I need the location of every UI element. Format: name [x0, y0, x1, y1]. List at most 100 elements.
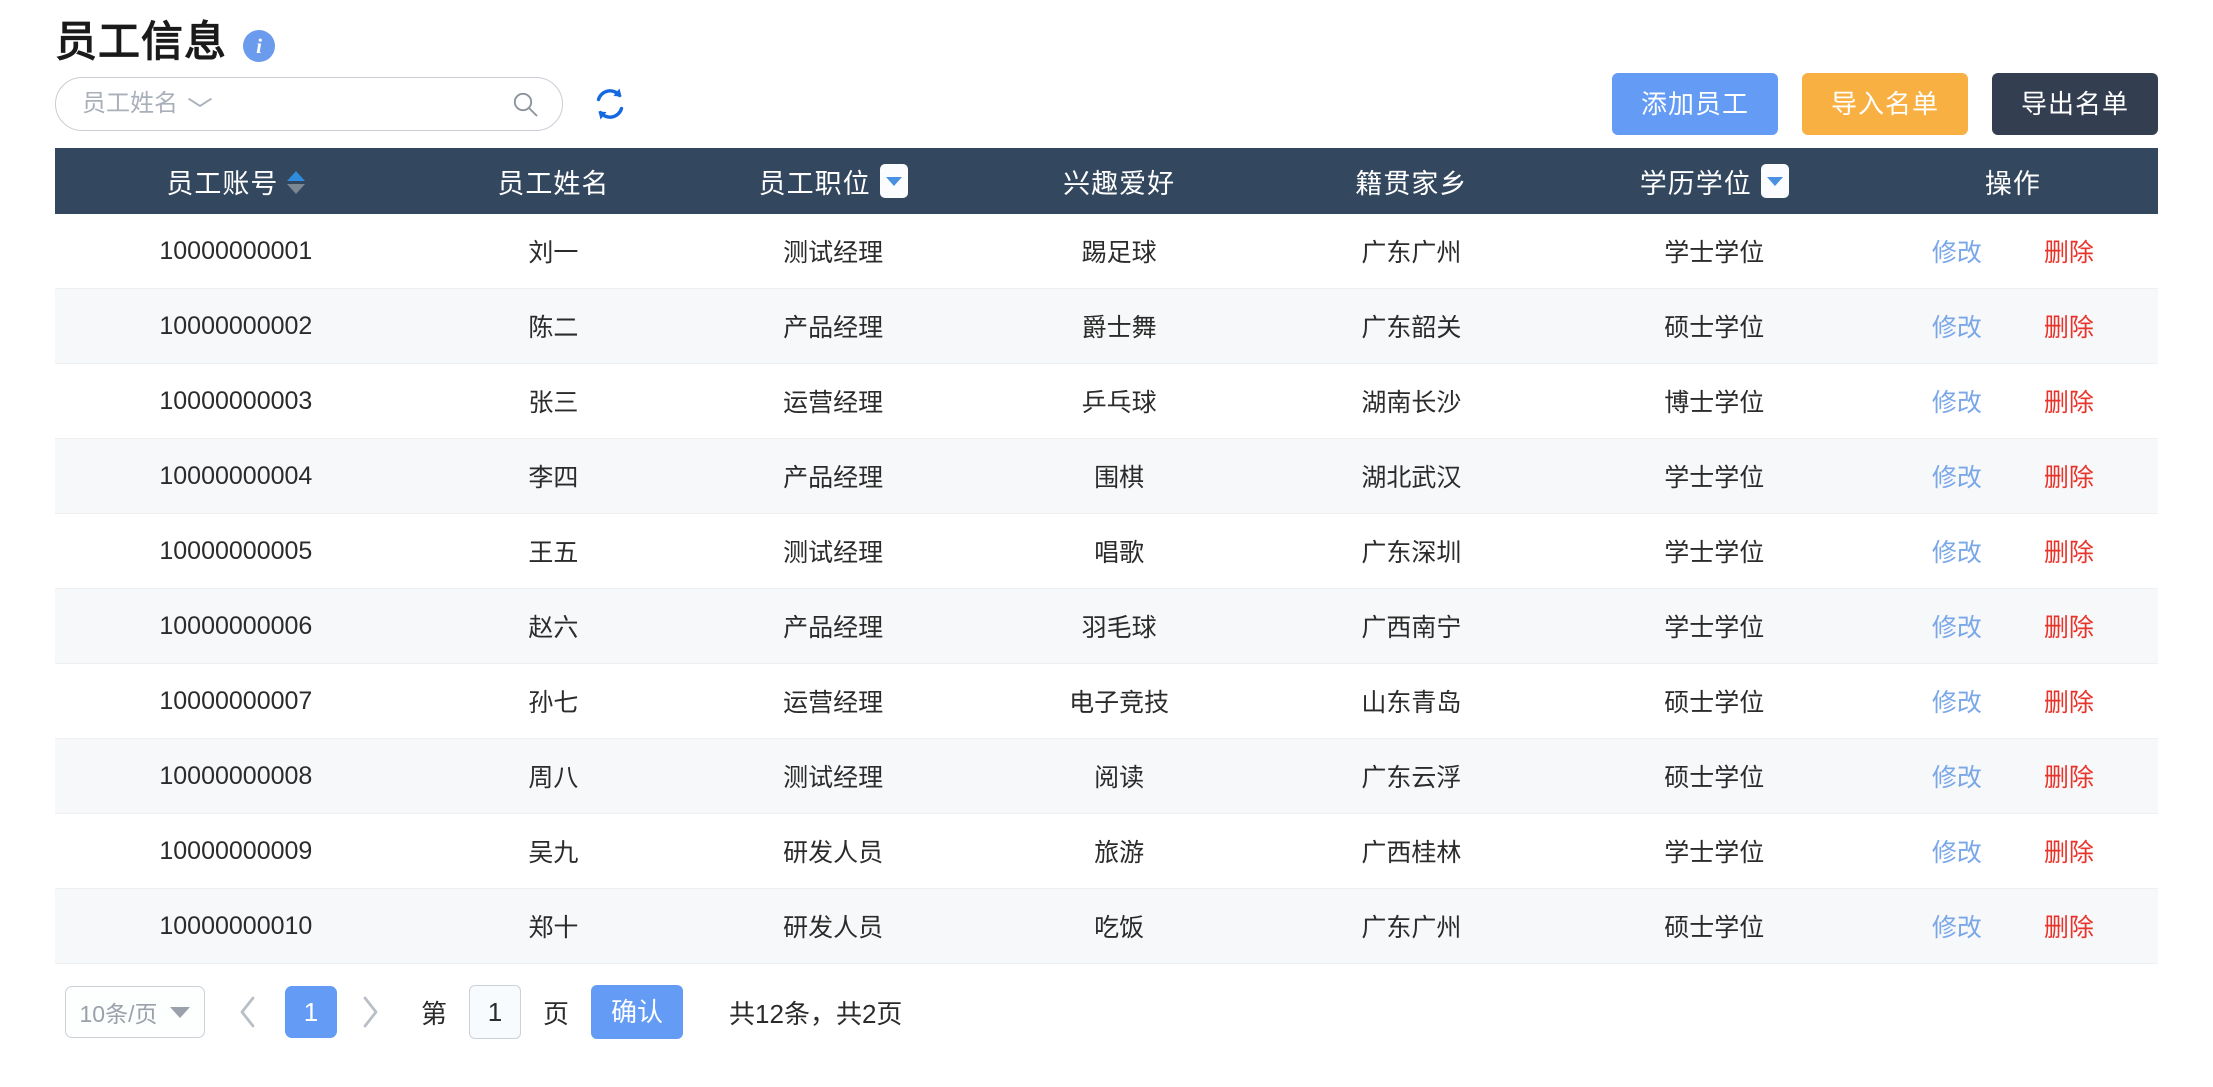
delete-link[interactable]: 删除 [2044, 458, 2094, 494]
column-header-hometown[interactable]: 籍贯家乡 [1262, 148, 1561, 214]
cell-degree: 学士学位 [1560, 813, 1868, 889]
cell-operations: 修改 删除 [1867, 214, 2158, 289]
filter-dropdown-icon-degree[interactable] [1760, 164, 1789, 198]
edit-link[interactable]: 修改 [1932, 383, 1982, 419]
table-row: 10000000002 陈二 产品经理 爵士舞 广东韶关 硕士学位 修改 删除 [55, 288, 2158, 364]
cell-hometown: 广东深圳 [1262, 513, 1561, 589]
column-label-hometown: 籍贯家乡 [1355, 168, 1468, 199]
cell-position: 产品经理 [690, 288, 977, 364]
cell-operations: 修改 删除 [1867, 813, 2158, 889]
page-number-1[interactable]: 1 [285, 986, 337, 1038]
cell-name: 李四 [416, 438, 691, 514]
edit-link[interactable]: 修改 [1932, 833, 1982, 869]
cell-account: 10000000001 [55, 214, 417, 289]
cell-hobby: 唱歌 [976, 513, 1263, 589]
cell-account: 10000000009 [55, 813, 417, 889]
cell-hometown: 广西桂林 [1262, 813, 1561, 889]
info-circle-icon[interactable]: i [243, 30, 276, 62]
add-employee-button[interactable]: 添加员工 [1612, 73, 1778, 135]
table-row: 10000000010 郑十 研发人员 吃饭 广东广州 硕士学位 修改 删除 [55, 888, 2158, 964]
cell-hometown: 山东青岛 [1262, 663, 1561, 739]
edit-link[interactable]: 修改 [1932, 683, 1982, 719]
cell-hobby: 旅游 [976, 813, 1263, 889]
table-header-row: 员工账号 员工姓名 员工职位 兴趣爱好 籍贯家乡 学历学位 操作 [55, 148, 2158, 214]
cell-account: 10000000005 [55, 513, 417, 589]
cell-name: 郑十 [416, 888, 691, 964]
search-input[interactable]: 员工姓名 [55, 77, 563, 131]
cell-hometown: 广东云浮 [1262, 738, 1561, 814]
table-row: 10000000003 张三 运营经理 乒乓球 湖南长沙 博士学位 修改 删除 [55, 363, 2158, 439]
cell-hometown: 湖北武汉 [1262, 438, 1561, 514]
cell-name: 刘一 [416, 214, 691, 289]
column-header-name[interactable]: 员工姓名 [416, 148, 691, 214]
cell-operations: 修改 删除 [1867, 888, 2158, 964]
column-header-hobby[interactable]: 兴趣爱好 [976, 148, 1263, 214]
delete-link[interactable]: 删除 [2044, 383, 2094, 419]
delete-link[interactable]: 删除 [2044, 533, 2094, 569]
column-label-position: 员工职位 [758, 168, 871, 199]
search-icon[interactable] [510, 89, 540, 119]
edit-link[interactable]: 修改 [1932, 533, 1982, 569]
filter-dropdown-icon-position[interactable] [879, 164, 908, 198]
edit-link[interactable]: 修改 [1932, 233, 1982, 269]
delete-link[interactable]: 删除 [2044, 233, 2094, 269]
delete-link[interactable]: 删除 [2044, 758, 2094, 794]
edit-link[interactable]: 修改 [1932, 908, 1982, 944]
cell-account: 10000000008 [55, 738, 417, 814]
delete-link[interactable]: 删除 [2044, 683, 2094, 719]
refresh-icon[interactable] [589, 83, 631, 125]
cell-hobby: 吃饭 [976, 888, 1263, 964]
cell-degree: 硕士学位 [1560, 738, 1868, 814]
cell-operations: 修改 删除 [1867, 288, 2158, 364]
column-header-position[interactable]: 员工职位 [690, 148, 977, 214]
page-title: 员工信息 [55, 18, 228, 65]
column-header-degree[interactable]: 学历学位 [1560, 148, 1868, 214]
column-header-account[interactable]: 员工账号 [55, 148, 417, 214]
import-list-button[interactable]: 导入名单 [1802, 73, 1968, 135]
export-list-button[interactable]: 导出名单 [1992, 73, 2158, 135]
cell-degree: 学士学位 [1560, 438, 1868, 514]
prev-page-button[interactable] [223, 986, 273, 1038]
edit-link[interactable]: 修改 [1932, 608, 1982, 644]
page-jump-input[interactable]: 1 [469, 985, 522, 1039]
delete-link[interactable]: 删除 [2044, 608, 2094, 644]
edit-link[interactable]: 修改 [1932, 458, 1982, 494]
cell-degree: 学士学位 [1560, 588, 1868, 664]
table-row: 10000000007 孙七 运营经理 电子竞技 山东青岛 硕士学位 修改 删除 [55, 663, 2158, 739]
sort-icon[interactable] [287, 170, 306, 194]
cell-hobby: 乒乓球 [976, 363, 1263, 439]
cell-hometown: 广东广州 [1262, 214, 1561, 289]
cell-position: 研发人员 [690, 813, 977, 889]
chevron-down-icon[interactable] [187, 95, 214, 112]
column-label-operations: 操作 [1984, 168, 2041, 199]
edit-link[interactable]: 修改 [1932, 308, 1982, 344]
page-size-select[interactable]: 10条/页 [65, 986, 205, 1038]
search-placeholder: 员工姓名 [82, 90, 178, 117]
cell-position: 产品经理 [690, 588, 977, 664]
cell-hobby: 羽毛球 [976, 588, 1263, 664]
column-label-degree: 学历学位 [1639, 168, 1752, 199]
delete-link[interactable]: 删除 [2044, 908, 2094, 944]
next-page-button[interactable] [345, 986, 395, 1038]
page-header: 员工信息 i [55, 0, 2158, 65]
edit-link[interactable]: 修改 [1932, 758, 1982, 794]
cell-hometown: 广东韶关 [1262, 288, 1561, 364]
delete-link[interactable]: 删除 [2044, 833, 2094, 869]
cell-degree: 硕士学位 [1560, 663, 1868, 739]
cell-name: 陈二 [416, 288, 691, 364]
cell-operations: 修改 删除 [1867, 438, 2158, 514]
cell-account: 10000000003 [55, 363, 417, 439]
delete-link[interactable]: 删除 [2044, 308, 2094, 344]
cell-operations: 修改 删除 [1867, 513, 2158, 589]
cell-position: 研发人员 [690, 888, 977, 964]
cell-name: 王五 [416, 513, 691, 589]
cell-hometown: 广东广州 [1262, 888, 1561, 964]
confirm-jump-button[interactable]: 确认 [591, 985, 684, 1039]
column-label-hobby: 兴趣爱好 [1063, 168, 1176, 199]
cell-position: 测试经理 [690, 738, 977, 814]
table-row: 10000000009 吴九 研发人员 旅游 广西桂林 学士学位 修改 删除 [55, 813, 2158, 889]
employee-table-wrap: 员工账号 员工姓名 员工职位 兴趣爱好 籍贯家乡 学历学位 操作 1000000… [55, 148, 2158, 964]
cell-degree: 硕士学位 [1560, 888, 1868, 964]
column-label-name: 员工姓名 [497, 168, 610, 199]
cell-position: 运营经理 [690, 363, 977, 439]
